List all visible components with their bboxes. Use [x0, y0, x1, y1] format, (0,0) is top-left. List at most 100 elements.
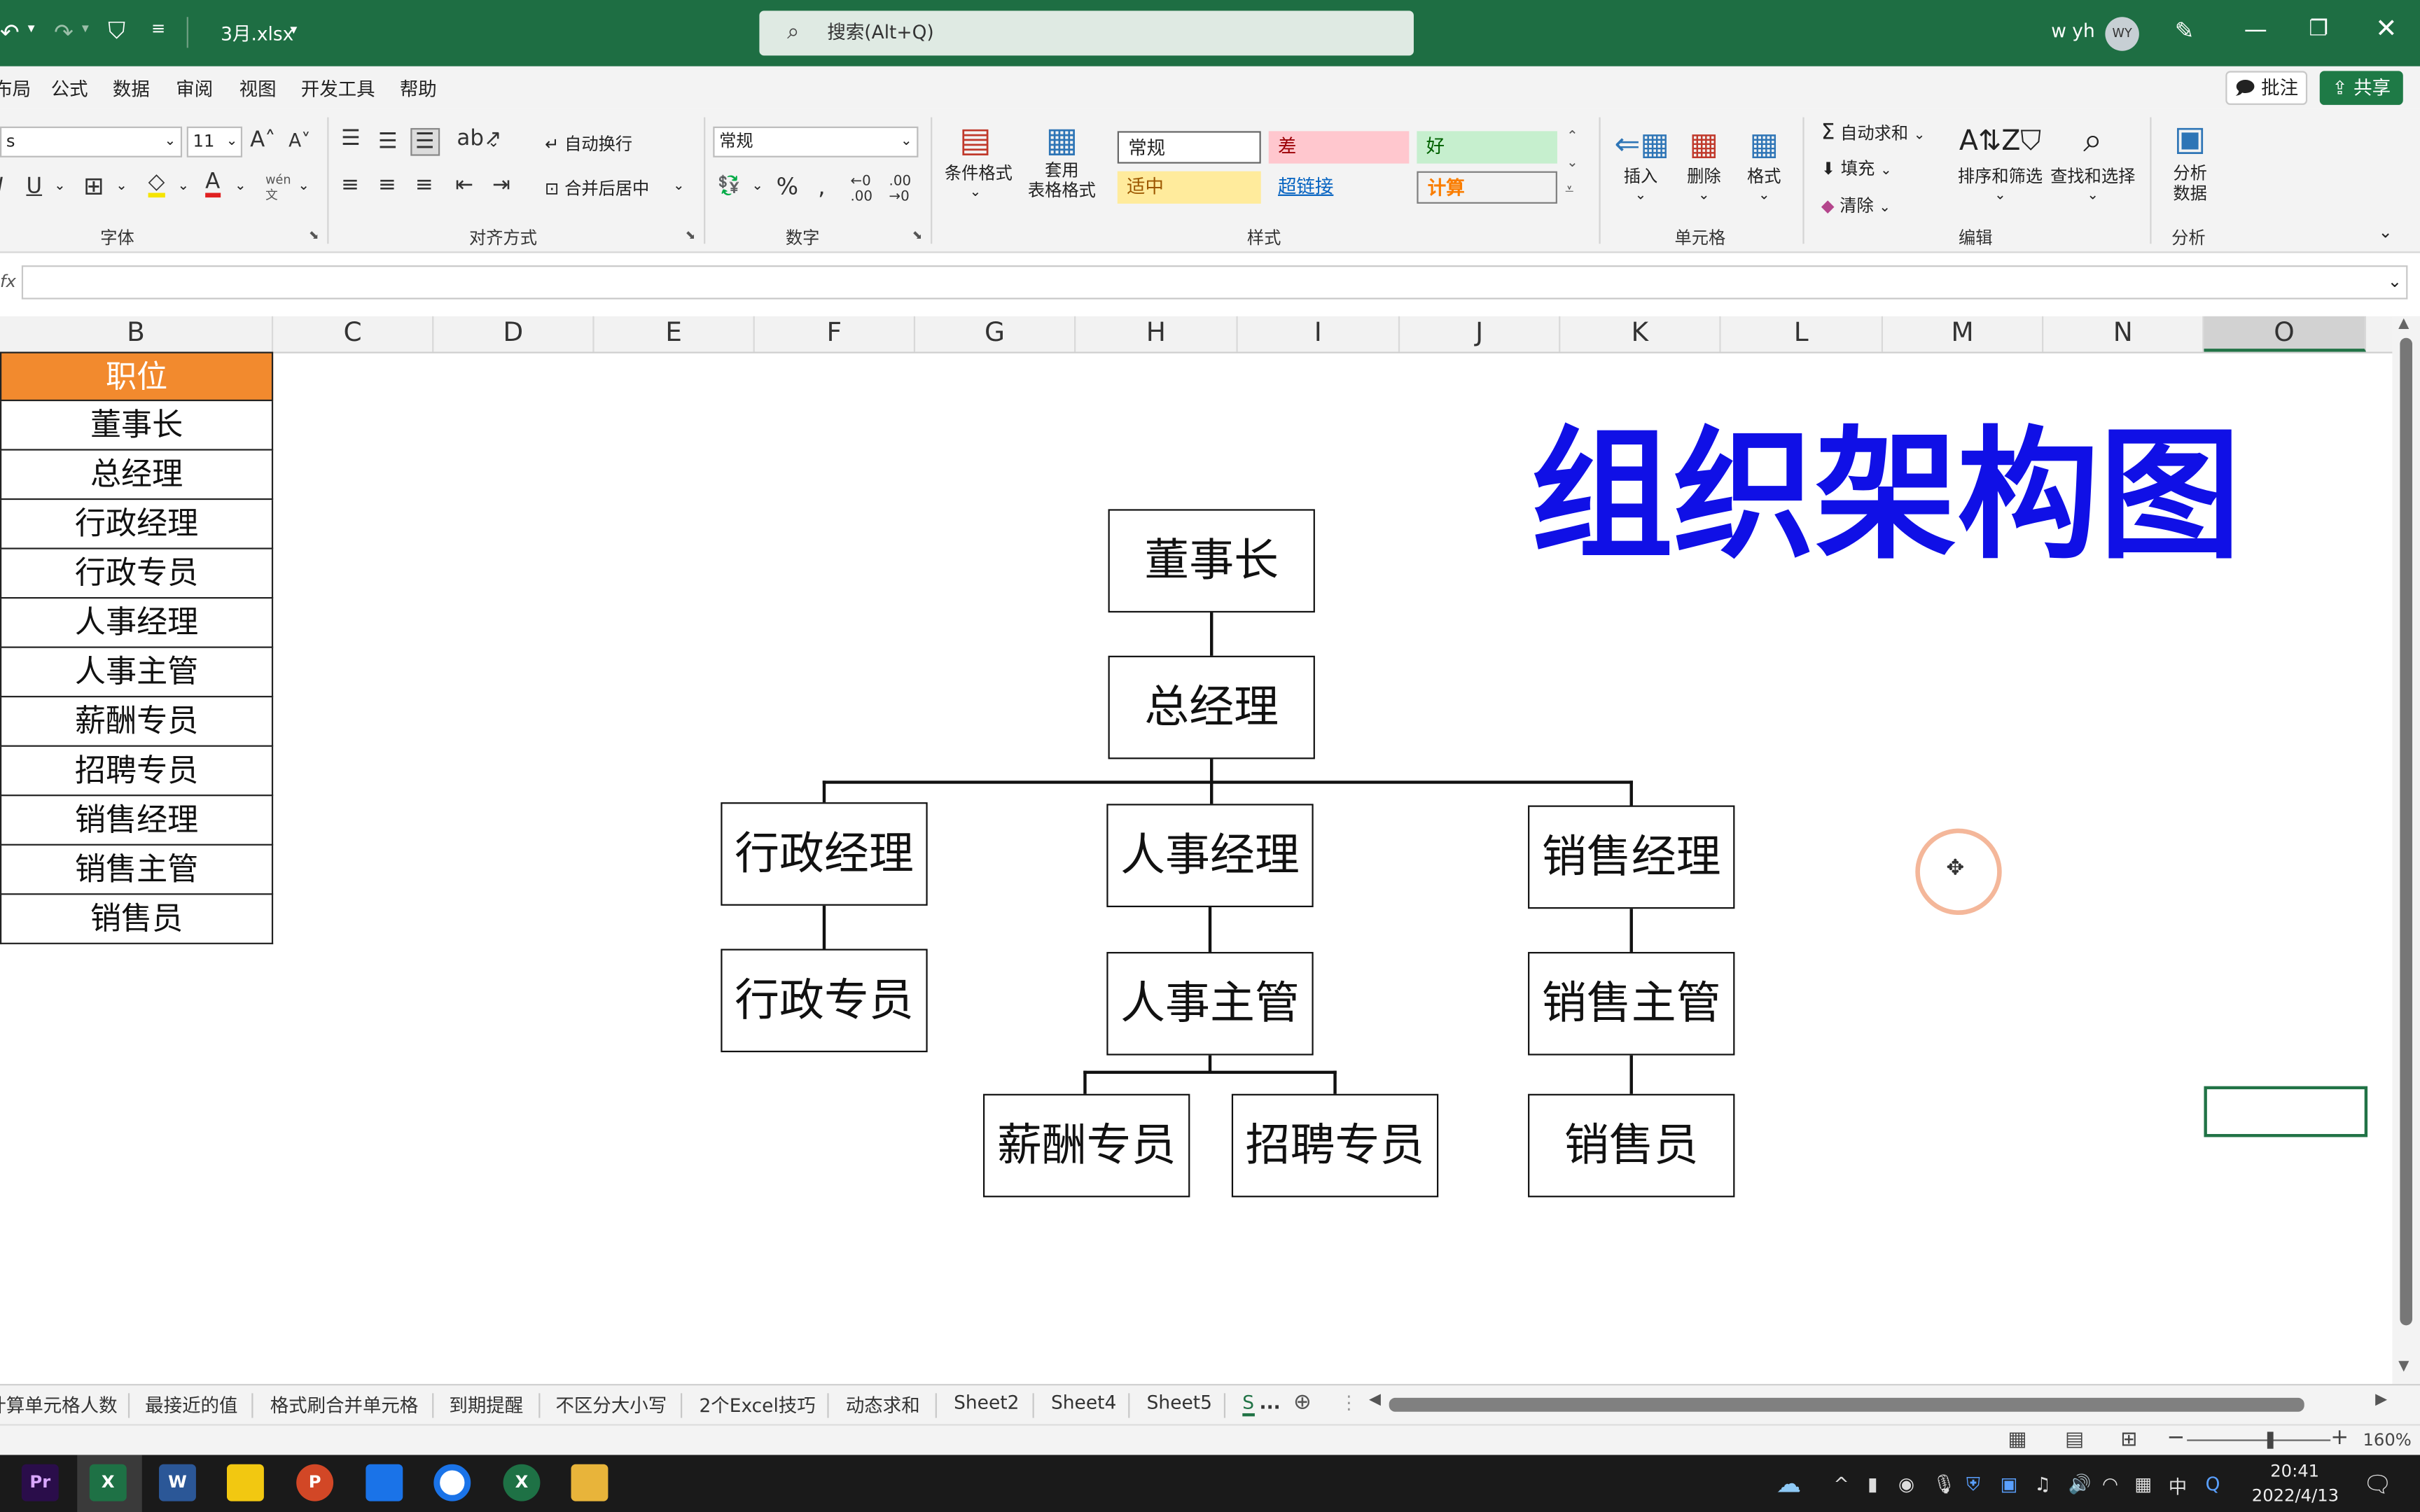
sheet-tab[interactable]: 2个Excel技巧 [699, 1392, 815, 1418]
tab-splitter-icon[interactable]: ⋮ [1340, 1392, 1358, 1413]
add-sheet-icon[interactable]: ⊕ [1293, 1390, 1312, 1415]
column-header[interactable]: N [2043, 316, 2204, 352]
zoom-level[interactable]: 160% [2363, 1430, 2411, 1450]
chart-title[interactable]: 组织架构图 [1531, 416, 2241, 577]
menu-layout[interactable]: 布局 [0, 76, 31, 102]
comma-style-icon[interactable]: , [818, 173, 826, 201]
font-name-combo[interactable]: s ⌄ [0, 126, 183, 158]
zoom-slider-thumb[interactable] [2267, 1432, 2274, 1449]
restore-icon[interactable]: ❐ [2309, 17, 2328, 41]
shield-icon[interactable]: ⛨ [1966, 1474, 1980, 1497]
sheet-tab[interactable]: Sheet5 [1147, 1392, 1212, 1413]
align-right-icon[interactable]: ≡ [415, 173, 433, 197]
scroll-down-icon[interactable]: ⌄ [1566, 156, 1578, 172]
clock-time[interactable]: 20:41 [2270, 1461, 2319, 1481]
wrap-text-button[interactable]: ↵ 自动换行 [545, 131, 632, 155]
chevron-down-icon[interactable]: ⌄ [673, 179, 685, 195]
more-tabs-button[interactable]: ... [1260, 1392, 1281, 1413]
column-header[interactable]: G [915, 316, 1076, 352]
column-header[interactable]: E [594, 316, 755, 352]
number-format-combo[interactable]: 常规 ⌄ [713, 126, 919, 158]
undo-dropdown-icon[interactable]: ▾ [28, 22, 35, 37]
org-box-admin-manager[interactable]: 行政经理 [721, 802, 928, 906]
sort-filter-button[interactable]: A⇅Z⛉ 排序和筛选 ⌄ [1954, 120, 2046, 204]
scroll-right-icon[interactable]: ▶ [2375, 1392, 2387, 1408]
menu-review[interactable]: 审阅 [176, 76, 213, 102]
normal-view-icon[interactable]: ▦ [2008, 1429, 2027, 1452]
page-break-icon[interactable]: ⊞ [2120, 1429, 2137, 1452]
zoom-slider-track[interactable] [2187, 1439, 2331, 1441]
style-normal[interactable]: 常规 [1117, 131, 1261, 164]
style-calc[interactable]: 计算 [1417, 171, 1557, 204]
insert-button[interactable]: ⇐▦ 插入 ⌄ [1614, 123, 1669, 204]
share-button[interactable]: ⇪ 共享 [2319, 71, 2403, 105]
org-box-salesperson[interactable]: 销售员 [1528, 1093, 1735, 1198]
vertical-scrollbar[interactable]: ▲ ▼ [2392, 316, 2420, 1385]
page-layout-icon[interactable]: ▤ [2065, 1429, 2084, 1452]
scroll-left-icon[interactable]: ◀ [1369, 1392, 1381, 1408]
percent-icon[interactable]: % [777, 173, 798, 201]
column-header[interactable]: J [1400, 316, 1561, 352]
conditional-format-button[interactable]: ▤ 条件格式 ⌄ [945, 122, 1013, 200]
tray-icon[interactable]: ◉ [1898, 1474, 1914, 1495]
org-box-sales-supervisor[interactable]: 销售主管 [1528, 951, 1735, 1056]
redo-dropdown-icon[interactable]: ▾ [82, 22, 89, 37]
clear-button[interactable]: ◆ 清除 ⌄ [1821, 193, 1891, 218]
microphone-icon[interactable]: 🎙 [1933, 1474, 1956, 1495]
column-header[interactable]: B [0, 316, 274, 352]
sheet-tab[interactable]: 到期提醒 [449, 1392, 523, 1418]
tray-icon[interactable]: ♫ [2034, 1474, 2051, 1495]
sheet-tab[interactable]: 不区分大小写 [555, 1392, 667, 1418]
org-box-admin-staff[interactable]: 行政专员 [721, 948, 928, 1053]
table-cell[interactable]: 销售经理 [0, 796, 274, 846]
format-button[interactable]: ▦ 格式 ⌄ [1738, 123, 1790, 204]
filter-icon[interactable]: ⛉ [108, 17, 125, 45]
style-hyperlink[interactable]: 超链接 [1269, 172, 1410, 204]
scroll-up-icon[interactable]: ▲ [2398, 316, 2409, 332]
undo-icon[interactable]: ↶ [0, 18, 20, 46]
decrease-decimal-icon[interactable]: .00 →0 [889, 174, 912, 205]
increase-font-icon[interactable]: A˄ [250, 128, 276, 153]
merge-center-button[interactable]: ⊡ 合并后居中 [545, 176, 649, 200]
search-box[interactable]: ⌕ 搜索(Alt+Q) [759, 10, 1414, 56]
chevron-down-icon[interactable]: ⌄ [177, 179, 189, 195]
align-center-icon[interactable]: ≡ [378, 173, 396, 197]
align-middle-icon[interactable]: ☰ [378, 130, 398, 154]
powerbi-app-icon[interactable] [227, 1464, 264, 1502]
table-cell[interactable]: 行政专员 [0, 549, 274, 599]
menu-formulas[interactable]: 公式 [51, 76, 88, 102]
decrease-font-icon[interactable]: A˅ [288, 130, 310, 151]
table-cell[interactable]: 薪酬专员 [0, 697, 274, 747]
org-box-hr-manager[interactable]: 人事经理 [1106, 804, 1314, 908]
clock-date[interactable]: 2022/4/13 [2252, 1486, 2339, 1506]
sheet-tab[interactable]: 最接近的值 [145, 1392, 237, 1418]
menu-data[interactable]: 数据 [113, 76, 150, 102]
excel-app-icon[interactable]: X [89, 1464, 127, 1502]
phonetic-icon[interactable]: wén 文 [265, 173, 291, 204]
table-header-cell[interactable]: 职位 [0, 351, 274, 402]
tray-icon[interactable]: ▮ [1868, 1474, 1878, 1495]
file-explorer-app-icon[interactable] [571, 1464, 609, 1502]
org-box-chairman[interactable]: 董事长 [1108, 509, 1315, 613]
collapse-ribbon-icon[interactable]: ⌄ [2379, 222, 2393, 242]
chevron-down-icon[interactable]: ⌄ [298, 179, 310, 195]
menu-view[interactable]: 视图 [239, 76, 277, 102]
font-color-icon[interactable]: A [205, 172, 221, 198]
column-header[interactable]: I [1238, 316, 1400, 352]
more-styles-icon[interactable]: ⩡ [1565, 182, 1573, 199]
tray-expand-icon[interactable]: ^ [1833, 1474, 1849, 1495]
fx-icon[interactable]: fx [0, 272, 16, 292]
close-icon[interactable]: ✕ [2375, 14, 2397, 45]
sheet-tab[interactable]: 格式刷合并单元格 [270, 1392, 419, 1418]
table-cell[interactable]: 董事长 [0, 401, 274, 451]
font-size-combo[interactable]: 11 ⌄ [186, 126, 243, 158]
tray-icon[interactable]: ▣ [2001, 1474, 2018, 1495]
menu-developer[interactable]: 开发工具 [301, 76, 375, 102]
increase-decimal-icon[interactable]: ←0.00 [850, 174, 872, 205]
redo-icon[interactable]: ↷ [54, 18, 74, 46]
tray-icon[interactable]: ▦ [2134, 1474, 2152, 1495]
horizontal-scrollbar-thumb[interactable] [1389, 1397, 2304, 1412]
org-box-recruiter[interactable]: 招聘专员 [1231, 1093, 1439, 1198]
file-name-dropdown-icon[interactable]: ▾ [290, 23, 297, 38]
column-header[interactable]: D [433, 316, 594, 352]
